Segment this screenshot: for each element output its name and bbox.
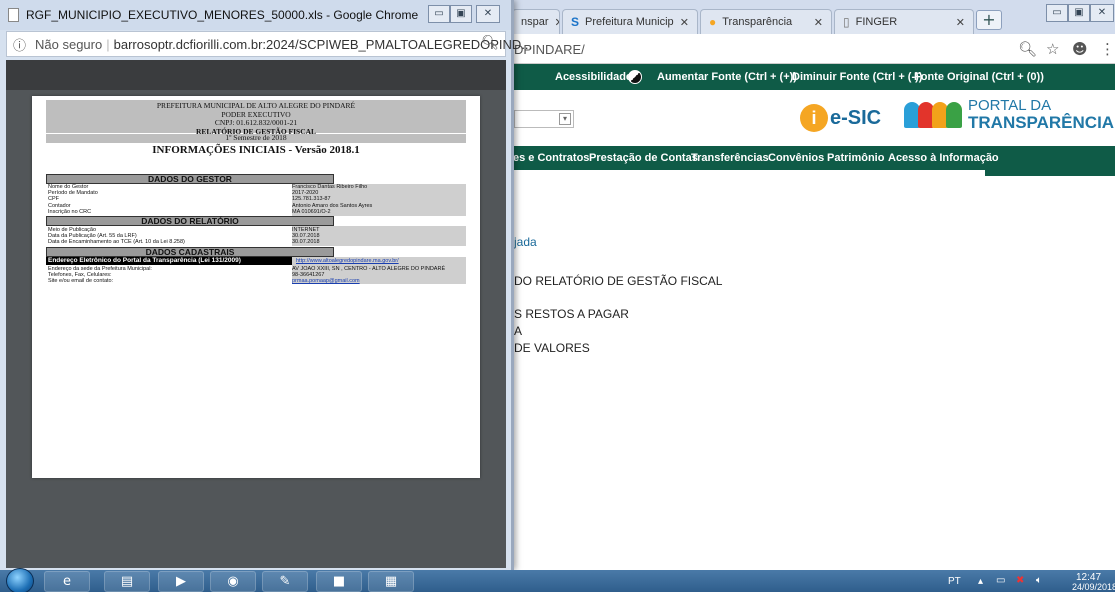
- media-player-icon[interactable]: ▶: [158, 571, 204, 592]
- accessibility-label: Acessibilidade:: [555, 71, 636, 83]
- nav-item-transferencias[interactable]: Transferências: [691, 152, 769, 164]
- profile-icon[interactable]: ☻: [1072, 40, 1088, 58]
- file-explorer-icon[interactable]: ▤: [104, 571, 150, 592]
- relatorio-rows: Meio de Publicação INTERNET Data da Publi…: [46, 227, 478, 246]
- increase-font-link[interactable]: Aumentar Fonte (Ctrl + (+)): [657, 71, 797, 83]
- nav-item-convenios[interactable]: Convênios: [768, 152, 824, 164]
- document-icon: [8, 8, 19, 22]
- maximize-button[interactable]: ▣: [450, 5, 472, 23]
- url-text[interactable]: Não seguro | barrosoptr.dcfiorilli.com.br:…: [35, 37, 532, 52]
- maximize-button[interactable]: ▣: [1068, 4, 1090, 22]
- close-window-button[interactable]: ✕: [1090, 4, 1114, 22]
- internet-explorer-icon[interactable]: e: [44, 571, 90, 592]
- chevron-down-icon: ▾: [559, 113, 571, 125]
- nav-item-patrimonio[interactable]: Patrimônio: [827, 152, 884, 164]
- address-bar[interactable]: ⓘ Não seguro | barrosoptr.dcfiorilli.com.b…: [6, 31, 532, 57]
- people-figures-icon: [902, 98, 962, 132]
- paint-icon[interactable]: ✎: [262, 571, 308, 592]
- url-value: barrosoptr.dcfiorilli.com.br:2024/SCPIWE…: [113, 37, 533, 52]
- nav-item-contratos[interactable]: es e Contratos: [513, 152, 589, 164]
- tab-label: FINGER: [855, 16, 898, 28]
- cadastrais-rows: Endereço da sede da Prefeitura Municipal…: [46, 266, 478, 285]
- windows-taskbar: e ▤ ▶ ◉ ✎ ■ ▦ PT ▴ ▭ ✖ 🔈︎ 12:47 24/09/20…: [0, 568, 1115, 592]
- close-icon[interactable]: ✕: [674, 16, 689, 29]
- calculator-icon[interactable]: ▦: [368, 571, 414, 592]
- green-app-icon[interactable]: ■: [316, 571, 362, 592]
- portal-address-label: Endereço Eletrônico do Portal da Transpa…: [46, 257, 292, 265]
- nav-item-prestacao-contas[interactable]: Prestação de Contas: [589, 152, 698, 164]
- volume-icon[interactable]: 🔈︎: [1036, 575, 1042, 586]
- system-tray: PT ▴ ▭ ✖ 🔈︎ 12:47 24/09/2018: [940, 572, 1115, 592]
- spreadsheet-page: PREFEITURA MUNICIPAL DE ALTO ALEGRE DO P…: [32, 96, 480, 478]
- star-icon[interactable]: ☆: [1046, 40, 1059, 58]
- contrast-icon[interactable]: [628, 70, 642, 84]
- section-gestor-header: DADOS DO GESTOR: [46, 174, 334, 184]
- section-relatorio-header: DADOS DO RELATÓRIO: [46, 216, 334, 226]
- section-cadastrais-header: DADOS CADASTRAIS: [46, 247, 334, 257]
- reset-font-link[interactable]: Fonte Original (Ctrl + (0)): [914, 71, 1044, 83]
- portal-transparencia-logo[interactable]: PORTAL DA TRANSPARÊNCIA: [902, 98, 1114, 132]
- portal-logo-line1: PORTAL DA: [968, 97, 1052, 114]
- municipality-select[interactable]: ▾: [514, 110, 574, 128]
- minimize-button[interactable]: ▭: [1046, 4, 1068, 22]
- show-hidden-icons-icon[interactable]: ▴: [978, 576, 983, 587]
- close-window-button[interactable]: ✕: [476, 5, 500, 23]
- decrease-font-link[interactable]: Diminuir Fonte (Ctrl + (-)): [792, 71, 922, 83]
- minimize-button[interactable]: ▭: [428, 5, 450, 23]
- document-viewer: PREFEITURA MUNICIPAL DE ALTO ALEGRE DO P…: [6, 60, 506, 568]
- active-nav-indicator: [985, 170, 1115, 176]
- tab-label: nspar: [521, 16, 549, 28]
- tab-transparencia[interactable]: ● Transparência ✕: [700, 9, 832, 34]
- close-icon[interactable]: ✕: [549, 16, 559, 29]
- info-icon[interactable]: ⓘ: [13, 35, 26, 54]
- report-header: PREFEITURA MUNICIPAL DE ALTO ALEGRE DO P…: [46, 100, 466, 135]
- site-favicon-icon: S: [571, 15, 580, 29]
- page-link[interactable]: jada: [514, 235, 537, 249]
- info-icon: i: [800, 104, 828, 132]
- portal-logo-line2: TRANSPARÊNCIA: [968, 113, 1115, 132]
- tab-label: Transparência: [722, 16, 793, 28]
- tab-transparencia-partial[interactable]: nspar ✕: [512, 9, 560, 34]
- window-titlebar[interactable]: RGF_MUNICIPIO_EXECUTIVO_MENORES_50000.xl…: [0, 0, 511, 30]
- window-title: RGF_MUNICIPIO_EXECUTIVO_MENORES_50000.xl…: [26, 8, 419, 22]
- tab-label: Prefeitura Municip: [585, 16, 674, 28]
- new-tab-button[interactable]: +: [976, 10, 1002, 30]
- table-row: Data de Encaminhamento ao TCE (Art. 10 d…: [48, 239, 320, 246]
- portal-url-link[interactable]: http://www.altoalegredopindare.ma.gov.br…: [296, 258, 399, 264]
- contact-email-link[interactable]: prmaa.pomaap@gmail.com: [292, 278, 360, 284]
- action-center-icon[interactable]: ✖: [1016, 575, 1024, 586]
- esic-logo-text: e-SIC: [830, 106, 882, 129]
- zoom-icon[interactable]: 🔍︎: [1018, 40, 1037, 58]
- report-period: 1º Semestre de 2018: [225, 133, 287, 142]
- zoom-icon[interactable]: 🔍︎: [481, 35, 499, 51]
- page-link[interactable]: DE VALORES: [514, 341, 590, 355]
- viewer-toolbar: [6, 60, 506, 90]
- url-separator: |: [106, 37, 110, 52]
- esic-logo[interactable]: i e-SIC: [800, 104, 881, 132]
- close-icon[interactable]: ✕: [950, 16, 965, 29]
- table-row: Inscrição no CRC MA 010691/O-2: [48, 208, 331, 215]
- table-row: Site e/ou email de contato: prmaa.pomaap@…: [48, 278, 360, 285]
- document-favicon-icon: ▯: [843, 15, 850, 29]
- network-icon[interactable]: ▭: [996, 575, 1005, 586]
- security-status: Não seguro: [35, 37, 103, 52]
- tab-prefeitura[interactable]: S Prefeitura Municip ✕: [562, 9, 698, 34]
- page-link[interactable]: DO RELATÓRIO DE GESTÃO FISCAL: [514, 274, 722, 288]
- report-title: INFORMAÇÕES INICIAIS - Versão 2018.1: [152, 144, 360, 156]
- page-link[interactable]: A: [514, 324, 522, 338]
- tab-finger[interactable]: ▯ FINGER ✕: [834, 9, 974, 34]
- xls-viewer-window: RGF_MUNICIPIO_EXECUTIVO_MENORES_50000.xl…: [0, 0, 532, 570]
- report-period-row: 1º Semestre de 2018: [46, 133, 466, 143]
- report-title-row: INFORMAÇÕES INICIAIS - Versão 2018.1: [46, 144, 466, 158]
- start-button[interactable]: [6, 568, 34, 592]
- menu-icon[interactable]: ⋮: [1100, 40, 1115, 58]
- nav-item-acesso-informacao[interactable]: Acesso à Informação: [888, 152, 999, 164]
- clock-date[interactable]: 24/09/2018: [1072, 582, 1115, 592]
- info-favicon-icon: ●: [709, 15, 717, 29]
- close-icon[interactable]: ✕: [808, 16, 823, 29]
- language-indicator[interactable]: PT: [948, 576, 961, 587]
- gestor-rows: Nome do Gestor Francisco Dantas Ribeiro F…: [46, 184, 478, 215]
- page-link[interactable]: S RESTOS A PAGAR: [514, 307, 629, 321]
- chrome-icon[interactable]: ◉: [210, 571, 256, 592]
